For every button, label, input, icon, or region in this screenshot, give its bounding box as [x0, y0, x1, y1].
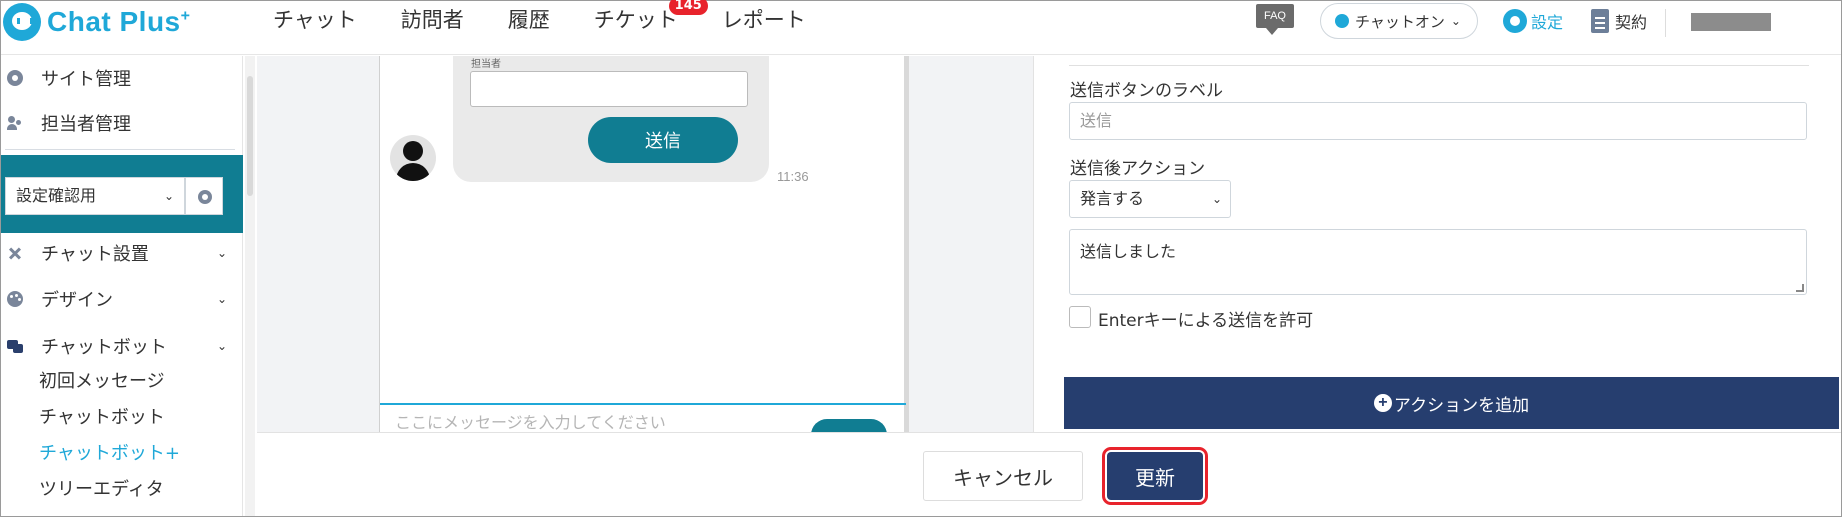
send-label-title: 送信ボタンのラベル — [1070, 81, 1223, 101]
settings-link[interactable]: 設定 — [1503, 9, 1563, 33]
logo-icon — [3, 3, 41, 41]
chat-icon — [7, 338, 23, 354]
preview-field-label: 担当者 — [471, 59, 501, 70]
sidebar-item-site-management[interactable]: サイト管理 — [1, 61, 241, 95]
online-dot-icon — [1335, 14, 1349, 28]
chevron-down-icon: ⌄ — [1450, 14, 1461, 28]
nav-history[interactable]: 履歴 — [508, 5, 550, 35]
after-action-title: 送信後アクション — [1070, 159, 1206, 179]
add-action-button[interactable]: + アクションを追加 — [1064, 377, 1839, 429]
preview-input[interactable] — [470, 71, 748, 107]
document-icon — [1591, 9, 1609, 33]
palette-icon — [7, 291, 23, 307]
top-header: Chat Plus+ チャット 訪問者 履歴 チケット 145 レポート FAQ … — [1, 0, 1841, 55]
user-menu[interactable] — [1691, 13, 1771, 31]
faq-icon: FAQ — [1256, 4, 1294, 28]
after-action-select[interactable]: 発言する ⌄ — [1069, 180, 1231, 218]
tools-icon — [7, 245, 23, 261]
sidebar-item-design[interactable]: デザイン ⌄ — [1, 282, 241, 316]
ticket-count-badge: 145 — [668, 0, 708, 15]
message-timestamp: 11:36 — [777, 169, 809, 184]
preview-message-input[interactable]: ここにメッセージを入力してください — [395, 409, 666, 433]
cancel-button[interactable]: キャンセル — [923, 451, 1083, 501]
chevron-down-icon: ⌄ — [216, 292, 227, 306]
plus-icon: + — [1373, 394, 1392, 412]
send-label-input[interactable]: 送信 — [1069, 102, 1807, 140]
after-action-message-textarea[interactable]: 送信しました — [1069, 229, 1807, 295]
contract-link[interactable]: 契約 — [1591, 9, 1647, 33]
chevron-down-icon: ⌄ — [216, 246, 227, 260]
sidebar-sub-chatbot-plus[interactable]: チャットボット+ — [39, 439, 180, 469]
sidebar-sub-tree-editor[interactable]: ツリーエディタ — [39, 475, 164, 505]
logo-text: Chat Plus+ — [47, 6, 191, 37]
sidebar-item-chat-setup[interactable]: チャット設置 ⌄ — [1, 236, 241, 270]
enter-send-checkbox[interactable] — [1069, 306, 1091, 328]
chat-status-dropdown[interactable]: チャットオン ⌄ — [1320, 3, 1478, 39]
sidebar-sub-first-message[interactable]: 初回メッセージ — [39, 367, 165, 397]
site-settings-button[interactable] — [185, 177, 223, 215]
chevron-down-icon: ⌄ — [216, 339, 227, 353]
sidebar-item-chatbot[interactable]: チャットボット ⌄ — [1, 329, 241, 363]
sidebar-scrollbar[interactable] — [245, 56, 255, 516]
chevron-down-icon: ⌄ — [163, 189, 174, 203]
nav-chat[interactable]: チャット — [273, 5, 357, 35]
preview-send-button[interactable]: 送信 — [588, 117, 738, 163]
sidebar-item-agent-management[interactable]: 担当者管理 — [1, 106, 241, 140]
faq-button[interactable]: FAQ — [1256, 4, 1296, 36]
people-icon — [7, 115, 23, 131]
update-button[interactable]: 更新 — [1107, 452, 1203, 500]
gear-icon — [1503, 9, 1527, 33]
chevron-down-icon: ⌄ — [1211, 192, 1222, 206]
enter-send-checkbox-label[interactable]: Enterキーによる送信を許可 — [1098, 306, 1313, 331]
gear-icon — [7, 70, 23, 86]
resize-handle-icon[interactable] — [1796, 284, 1804, 292]
sidebar-sub-chatbot[interactable]: チャットボット — [39, 403, 165, 433]
bot-avatar-icon — [390, 135, 436, 181]
nav-ticket[interactable]: チケット 145 — [594, 0, 708, 35]
chat-status-label: チャットオン — [1355, 12, 1445, 31]
nav-visitors[interactable]: 訪問者 — [401, 5, 464, 35]
main-nav: チャット 訪問者 履歴 チケット 145 レポート — [273, 0, 850, 35]
gear-icon — [198, 190, 212, 204]
nav-report[interactable]: レポート — [722, 5, 806, 35]
site-selector-panel: 設定確認用 ⌄ — [1, 155, 243, 233]
site-select[interactable]: 設定確認用 ⌄ — [5, 177, 185, 215]
logo[interactable]: Chat Plus+ — [3, 3, 190, 41]
